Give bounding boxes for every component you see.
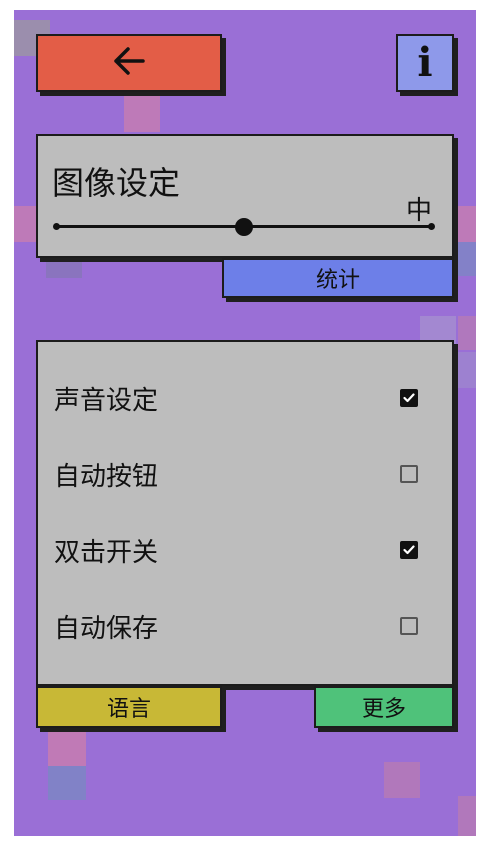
setting-label: 声音设定 [54, 385, 159, 416]
background-tile [458, 352, 476, 388]
setting-label: 双击开关 [54, 537, 159, 568]
settings-panel: 声音设定 自动按钮 双击开关 自动保存 [36, 340, 454, 686]
background-tile [458, 242, 476, 276]
setting-row-auto-save[interactable]: 自动保存 [38, 606, 452, 646]
setting-row-sound[interactable]: 声音设定 [38, 378, 452, 418]
background-tile [48, 730, 86, 766]
stats-button-label: 统计 [315, 268, 360, 293]
checkbox[interactable] [400, 465, 418, 483]
background-tile [48, 766, 86, 800]
stats-button[interactable]: 统计 [222, 258, 454, 298]
more-button[interactable]: 更多 [314, 686, 454, 728]
setting-label: 自动保存 [54, 613, 159, 644]
slider-end-dot [428, 223, 435, 230]
checkbox[interactable] [400, 617, 418, 635]
checkbox[interactable] [400, 541, 418, 559]
background-tile [458, 796, 476, 836]
more-button-label: 更多 [361, 697, 406, 722]
background-tile [14, 206, 36, 242]
slider-knob[interactable] [235, 218, 253, 236]
setting-row-auto-button[interactable]: 自动按钮 [38, 454, 452, 494]
info-icon: i [417, 39, 433, 86]
background-tile [458, 206, 476, 242]
checkbox[interactable] [400, 389, 418, 407]
panel-title: 图像设定 [52, 164, 181, 202]
background-tile [458, 316, 476, 350]
setting-row-double-tap[interactable]: 双击开关 [38, 530, 452, 570]
quality-slider[interactable] [53, 214, 435, 240]
screen: i 图像设定 中 统计 声音设定 自动按钮 双击开关 自动保存 语言 更多 [14, 10, 476, 836]
setting-label: 自动按钮 [54, 461, 159, 492]
info-button[interactable]: i [396, 34, 454, 92]
language-button-label: 语言 [106, 697, 151, 722]
graphics-panel: 图像设定 中 [36, 134, 454, 258]
back-button[interactable] [36, 34, 222, 92]
background-tile [384, 762, 420, 798]
background-tile [124, 96, 160, 132]
slider-start-dot [53, 223, 60, 230]
language-button[interactable]: 语言 [36, 686, 222, 728]
arrow-left-icon [112, 46, 146, 80]
